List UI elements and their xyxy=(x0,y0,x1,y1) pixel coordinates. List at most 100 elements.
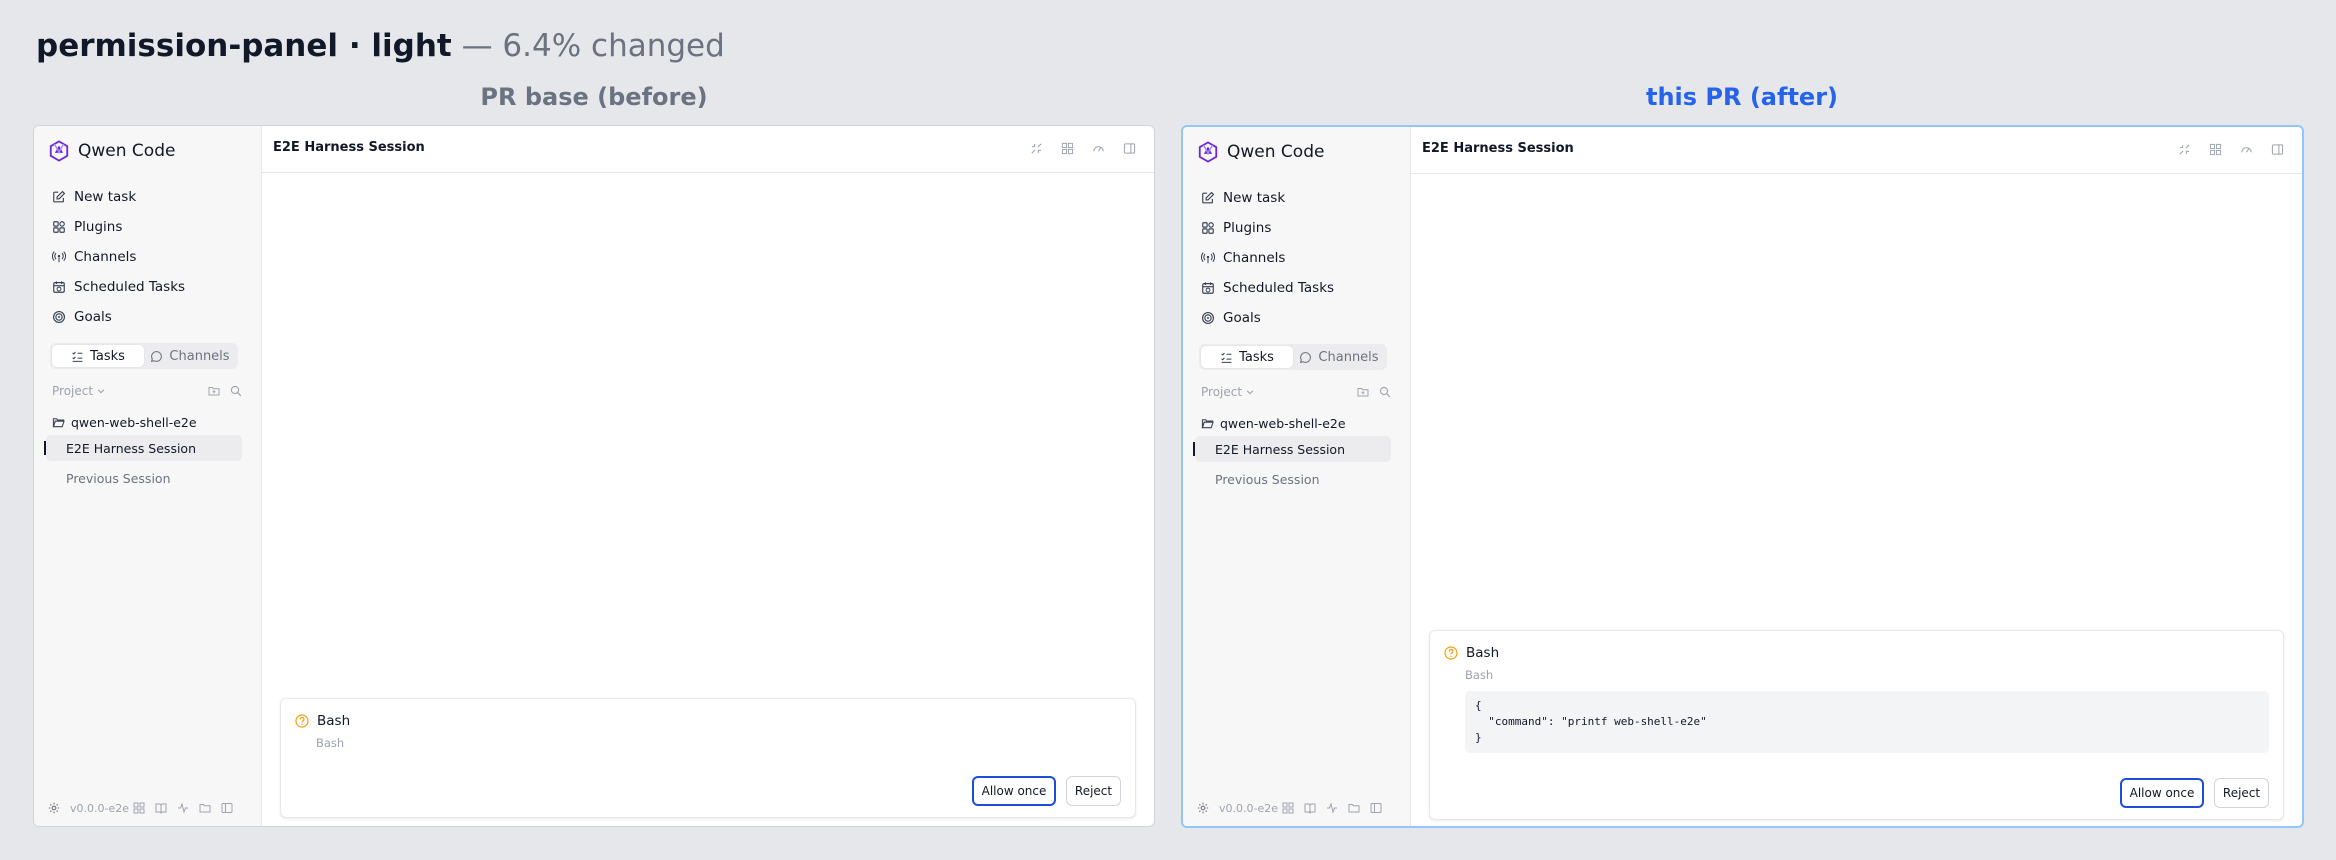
settings-gear-icon[interactable] xyxy=(1197,802,1209,814)
tab-label: Tasks xyxy=(1239,349,1274,365)
session-item-previous[interactable]: Previous Session xyxy=(46,465,242,491)
permission-actions: Allow once Reject xyxy=(2120,778,2269,808)
folder-icon[interactable] xyxy=(1348,802,1360,814)
target-icon xyxy=(1202,312,1214,324)
permission-header: Bash xyxy=(1444,645,1499,661)
search-icon[interactable] xyxy=(230,385,242,397)
tab-tasks[interactable]: Tasks xyxy=(52,345,144,367)
list-checks-icon xyxy=(72,351,83,362)
plugins-icon xyxy=(53,221,65,233)
gauge-icon[interactable] xyxy=(1092,142,1105,155)
brand[interactable]: Qwen Code xyxy=(1197,139,1324,165)
panel-right-icon[interactable] xyxy=(2271,143,2284,156)
nav-channels[interactable]: Channels xyxy=(50,242,250,272)
nav-channels[interactable]: Channels xyxy=(1199,243,1399,273)
session-item-previous[interactable]: Previous Session xyxy=(1195,466,1391,492)
chevron-down-icon[interactable] xyxy=(96,386,106,396)
activity-icon[interactable] xyxy=(1326,802,1338,814)
collapse-icon[interactable] xyxy=(2178,143,2191,156)
grid-icon[interactable] xyxy=(133,802,145,814)
layout-icon[interactable] xyxy=(2209,143,2222,156)
code-line: } xyxy=(1475,731,1482,744)
settings-gear-icon[interactable] xyxy=(48,802,60,814)
nav-label: Plugins xyxy=(74,219,123,235)
project-label[interactable]: Project xyxy=(1201,385,1242,399)
app-name: Qwen Code xyxy=(1227,142,1325,162)
reject-button[interactable]: Reject xyxy=(1066,776,1121,806)
nav-label: Plugins xyxy=(1223,220,1272,236)
after-window: Qwen Code New task Plugins Channels Sche… xyxy=(1181,125,2304,828)
permission-card: Bash Bash { "command": "printf web-shell… xyxy=(1429,630,2284,820)
before-caption: PR base (before) xyxy=(480,83,708,111)
permission-header: Bash xyxy=(295,713,350,729)
main-panel: E2E Harness Session Bash Bash { "command… xyxy=(1411,127,2302,826)
header-actions xyxy=(2178,143,2284,156)
new-folder-icon[interactable] xyxy=(1357,386,1369,398)
layout-icon[interactable] xyxy=(1061,142,1074,155)
main-header: E2E Harness Session xyxy=(262,126,1154,173)
nav-new-task[interactable]: New task xyxy=(1199,183,1399,213)
nav-scheduled-tasks[interactable]: Scheduled Tasks xyxy=(50,272,250,302)
nav-label: Channels xyxy=(74,249,137,265)
nav-plugins[interactable]: Plugins xyxy=(1199,213,1399,243)
activity-icon[interactable] xyxy=(177,802,189,814)
session-title: E2E Harness Session xyxy=(1422,141,1574,156)
target-icon xyxy=(53,311,65,323)
tab-channels[interactable]: Channels xyxy=(1293,346,1385,368)
allow-once-button[interactable]: Allow once xyxy=(972,776,1056,806)
session-item-active[interactable]: E2E Harness Session xyxy=(44,435,242,461)
app-name: Qwen Code xyxy=(78,141,176,161)
nav-plugins[interactable]: Plugins xyxy=(50,212,250,242)
permission-tool-name: Bash xyxy=(1466,645,1500,661)
nav-new-task[interactable]: New task xyxy=(50,182,250,212)
chevron-down-icon[interactable] xyxy=(1245,387,1255,397)
collapse-icon[interactable] xyxy=(1030,142,1043,155)
folder-open-icon xyxy=(52,417,65,427)
chat-bubble-icon xyxy=(151,350,163,362)
command-code-block: { "command": "printf web-shell-e2e" } xyxy=(1465,691,2269,753)
reject-button[interactable]: Reject xyxy=(2214,778,2269,808)
sidebar: Qwen Code New task Plugins Channels Sche… xyxy=(34,126,262,826)
nav-label: New task xyxy=(74,189,137,205)
gauge-icon[interactable] xyxy=(2240,143,2253,156)
tab-channels[interactable]: Channels xyxy=(144,345,236,367)
session-title: E2E Harness Session xyxy=(273,140,425,155)
edit-icon xyxy=(53,190,66,203)
sidebar-toggle-icon[interactable] xyxy=(221,802,233,814)
new-folder-icon[interactable] xyxy=(208,385,220,397)
folder-icon[interactable] xyxy=(199,802,211,814)
project-folder[interactable]: qwen-web-shell-e2e xyxy=(1201,412,1346,434)
main-header: E2E Harness Session xyxy=(1411,127,2302,174)
sidebar-toggle-icon[interactable] xyxy=(1370,802,1382,814)
brand[interactable]: Qwen Code xyxy=(48,138,175,164)
nav-label: Scheduled Tasks xyxy=(74,279,186,295)
tab-tasks[interactable]: Tasks xyxy=(1201,346,1293,368)
antenna-icon xyxy=(52,251,66,263)
tab-label: Channels xyxy=(1318,349,1379,365)
qwen-logo-icon xyxy=(49,140,69,162)
allow-once-button[interactable]: Allow once xyxy=(2120,778,2204,808)
grid-icon[interactable] xyxy=(1282,802,1294,814)
permission-card: Bash Bash Allow once Reject xyxy=(280,698,1136,818)
project-label[interactable]: Project xyxy=(52,384,93,398)
tab-label: Tasks xyxy=(90,348,125,364)
version-label: v0.0.0-e2e xyxy=(70,801,130,815)
nav-goals[interactable]: Goals xyxy=(1199,303,1399,333)
page-title: permission-panel · light — 6.4% changed xyxy=(36,24,725,68)
project-row: Project xyxy=(1201,383,1391,401)
session-item-active[interactable]: E2E Harness Session xyxy=(1193,436,1391,462)
book-icon[interactable] xyxy=(155,802,167,814)
chat-bubble-icon xyxy=(1300,351,1312,363)
nav-goals[interactable]: Goals xyxy=(50,302,250,332)
tab-label: Channels xyxy=(169,348,230,364)
book-icon[interactable] xyxy=(1304,802,1316,814)
search-icon[interactable] xyxy=(1379,386,1391,398)
plugins-icon xyxy=(1202,222,1214,234)
folder-name: qwen-web-shell-e2e xyxy=(1220,415,1346,431)
sidebar: Qwen Code New task Plugins Channels Sche… xyxy=(1183,127,1411,826)
panel-right-icon[interactable] xyxy=(1123,142,1136,155)
view-toggle: Tasks Channels xyxy=(1199,344,1387,370)
nav-scheduled-tasks[interactable]: Scheduled Tasks xyxy=(1199,273,1399,303)
project-folder[interactable]: qwen-web-shell-e2e xyxy=(52,411,197,433)
code-line: { xyxy=(1475,699,1482,712)
